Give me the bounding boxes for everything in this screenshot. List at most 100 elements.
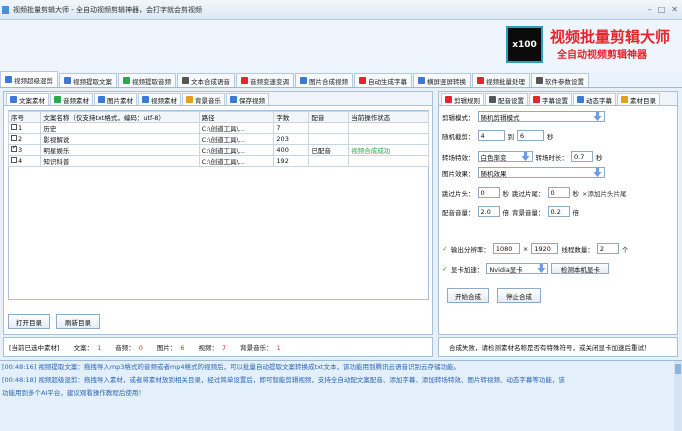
skip-head-input[interactable]: 0	[477, 187, 500, 198]
material-tab-1[interactable]: 文案素材	[6, 93, 49, 105]
main-tab-3[interactable]: 视频提取音频	[118, 73, 176, 87]
main-tab-10[interactable]: 软件参数设置	[531, 73, 589, 87]
resolution-height-input[interactable]: 1920	[531, 243, 559, 254]
start-button[interactable]: 开始合成	[447, 288, 489, 303]
status-text: 文案： 1	[74, 342, 102, 352]
column-header[interactable]: 路径	[198, 111, 275, 123]
gpu-select[interactable]: Nvidia显卡	[486, 263, 549, 274]
refresh-dir-button[interactable]: 刷新目录	[56, 314, 100, 329]
column-header[interactable]: 序号	[7, 111, 42, 123]
music-icon	[186, 96, 193, 103]
scrollbar-thumb[interactable]	[675, 364, 681, 374]
document-icon	[64, 77, 71, 84]
row-checkbox[interactable]	[11, 124, 17, 130]
row-checkbox[interactable]	[11, 135, 17, 141]
empty-cell	[9, 193, 41, 202]
settings-tab-4[interactable]: 动态字幕	[573, 93, 616, 105]
gpu-detect-button[interactable]: 检测本机显卡	[551, 263, 610, 274]
settings-tab-1[interactable]: 剪辑规则	[441, 93, 484, 105]
table-row[interactable]: 3 明星娱乐C:\创道工具\...400已配音视频合成成功	[7, 144, 429, 156]
material-tab-3[interactable]: 图片素材	[94, 93, 137, 105]
main-tab-4[interactable]: 文本合成语音	[177, 73, 235, 87]
main-tab-7[interactable]: 自动生成字幕	[354, 73, 412, 87]
row-checkbox[interactable]	[11, 146, 17, 152]
gpu-value: Nvidia显卡	[489, 265, 523, 274]
main-tab-6[interactable]: 图片合成视频	[295, 73, 353, 87]
image-effect-select[interactable]: 随机效果	[477, 167, 605, 178]
resolution-width-input[interactable]: 1080	[492, 243, 520, 254]
settings-tab-3[interactable]: 字幕设置	[529, 93, 572, 105]
material-tab-4[interactable]: 视频素材	[138, 93, 181, 105]
column-header[interactable]: 文案名称（仅支持txt格式，编码：utf-8）	[40, 111, 200, 123]
cell-dub	[308, 155, 350, 167]
main-tab-2[interactable]: 视频提取文案	[59, 73, 117, 87]
row-checkbox[interactable]	[11, 157, 17, 163]
material-tab-6[interactable]: 保存视频	[226, 93, 269, 105]
status-image-count: 6	[180, 344, 185, 352]
bgm-volume-label: 背景音量：	[512, 208, 545, 217]
log-line: [00:48:18] 视频超级混剪：拖拽导入素材，或者将素材放到相关目录，经过简…	[2, 376, 565, 384]
material-tab-5[interactable]: 背景音乐	[182, 93, 225, 105]
transition-select[interactable]: 白色渐变	[477, 151, 533, 162]
empty-row	[9, 184, 429, 193]
column-header[interactable]: 当前操作状态	[348, 111, 429, 123]
empty-cell	[41, 193, 199, 202]
skip-tail-input[interactable]: 0	[547, 187, 570, 198]
empty-cell	[199, 184, 274, 193]
main-tab-5[interactable]: 音频变速变调	[236, 73, 294, 87]
threads-input[interactable]: 2	[596, 243, 619, 254]
logo-badge: x100	[506, 26, 543, 63]
table-row[interactable]: 4 知识科普 C:\创道工具\... 192	[7, 155, 429, 167]
column-header[interactable]: 字数	[273, 111, 310, 123]
empty-cell	[9, 236, 41, 245]
maximize-button[interactable]: □	[658, 5, 666, 14]
settings-tab-label: 剪辑规则	[454, 96, 480, 105]
empty-row	[9, 193, 429, 202]
table-row[interactable]: 2 影视解说 C:\创道工具\... 203	[7, 133, 429, 145]
dropdown-arrow-icon	[521, 152, 530, 161]
status-video: 视频： 7	[199, 342, 227, 352]
close-button[interactable]: ✕	[671, 5, 678, 14]
empty-cell	[274, 219, 309, 228]
minimize-button[interactable]: –	[648, 5, 652, 14]
main-tab-9[interactable]: 视频批量处理	[472, 73, 530, 87]
dub-volume-input[interactable]: 2.0	[477, 206, 500, 217]
settings-tab-label: 字幕设置	[542, 96, 568, 105]
empty-cell	[349, 201, 429, 210]
table-header: 序号 文案名称（仅支持txt格式，编码：utf-8） 路径 字数 配音 当前操作状态	[7, 111, 429, 123]
stop-button[interactable]: 停止合成	[497, 288, 541, 303]
cell-path: C:\创道工具\...	[198, 155, 275, 167]
empty-cell	[349, 227, 429, 236]
main-tab-label: 图片合成视频	[309, 77, 348, 86]
transition-time-input[interactable]: 0.7	[571, 151, 593, 162]
empty-cell	[9, 219, 41, 228]
duration-max-input[interactable]: 6	[517, 130, 544, 141]
empty-cell	[349, 175, 429, 184]
settings-tab-5[interactable]: 素材目录	[617, 93, 660, 105]
main-tab-8[interactable]: 横屏竖屏转换	[413, 73, 471, 87]
material-tab-2[interactable]: 音频素材	[50, 93, 93, 105]
settings-tab-2[interactable]: 配音设置	[485, 93, 528, 105]
dropdown-arrow-icon	[537, 264, 546, 273]
empty-cell	[309, 201, 349, 210]
add-head-tail-toggle[interactable]: ×添加片头片尾	[582, 188, 626, 198]
empty-cell	[9, 175, 41, 184]
empty-cell	[9, 210, 41, 219]
empty-cell	[41, 271, 199, 280]
empty-row	[9, 219, 429, 228]
column-header[interactable]: 配音	[308, 111, 350, 123]
main-tab-label: 视频提取文案	[73, 77, 112, 86]
log-scrollbar[interactable]	[674, 361, 682, 431]
status-audio-label: 音频：	[115, 344, 135, 352]
log-line: 功能用到多个AI平台，建议观看操作教程后使用！	[2, 389, 145, 397]
image-icon	[300, 77, 307, 84]
bgm-volume-input[interactable]: 0.2	[547, 206, 570, 217]
main-tab-1[interactable]: 视频超级混剪	[0, 71, 58, 87]
table-row[interactable]: 1 历史 C:\创道工具\... 7	[7, 122, 429, 134]
duration-min-input[interactable]: 4	[477, 130, 505, 141]
cell-count: 203	[273, 133, 310, 145]
empty-cell	[349, 236, 429, 245]
open-dir-button[interactable]: 打开目录	[8, 314, 50, 329]
row-index: 4	[18, 157, 23, 165]
mode-select[interactable]: 随机剪辑模式	[477, 111, 605, 122]
